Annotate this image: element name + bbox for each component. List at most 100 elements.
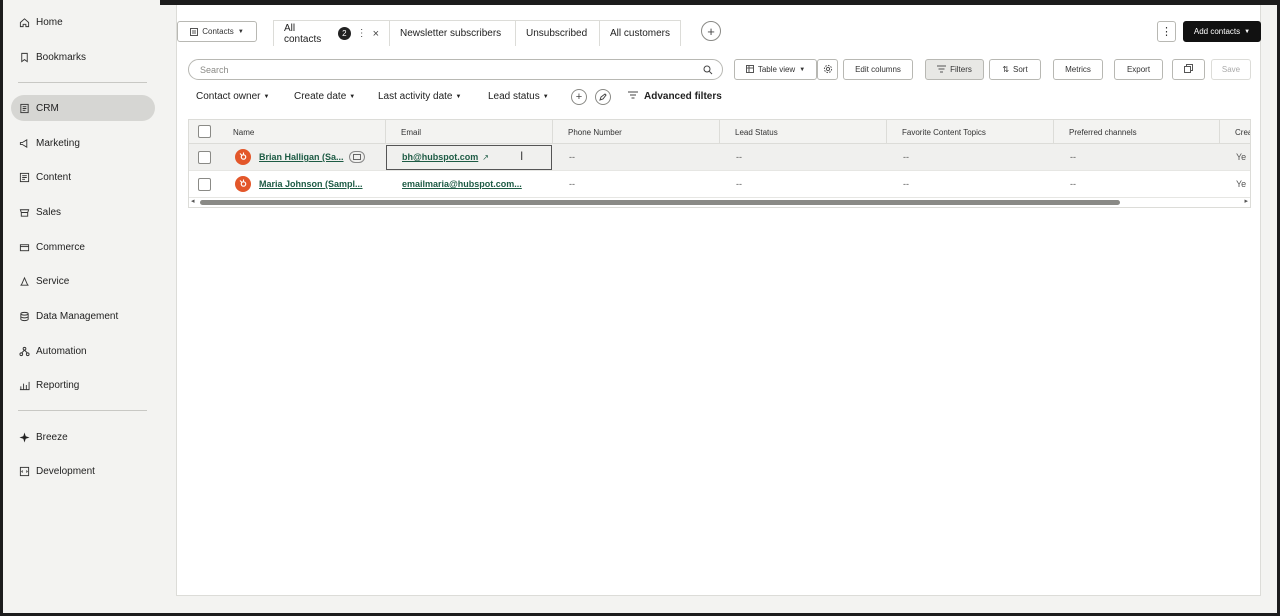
column-header-preferred-channels[interactable]: Preferred channels <box>1053 120 1220 144</box>
sidebar-item-breeze[interactable]: Breeze <box>11 424 155 450</box>
plus-icon: + <box>707 23 715 39</box>
edit-columns-button[interactable]: Edit columns <box>843 59 913 80</box>
more-actions-button[interactable]: ⋮ <box>1157 21 1176 42</box>
preview-icon[interactable] <box>348 151 365 163</box>
last-activity-date-filter[interactable]: Last activity date ▼ <box>378 91 461 102</box>
advanced-filters-label: Advanced filters <box>644 91 722 102</box>
sort-icon: ⇅ <box>1002 65 1010 74</box>
count-badge: 2 <box>338 27 351 40</box>
column-header-favorite-content-topics[interactable]: Favorite Content Topics <box>886 120 1053 144</box>
email-cell[interactable]: emailmaria@hubspot.com... <box>386 171 552 197</box>
preferred-channels-cell[interactable]: -- <box>1054 171 1076 197</box>
sidebar-item-marketing[interactable]: Marketing <box>11 130 155 156</box>
select-all-checkbox[interactable] <box>198 125 211 138</box>
email-link[interactable]: bh@hubspot.com <box>402 152 478 162</box>
metrics-button[interactable]: Metrics <box>1053 59 1103 80</box>
sidebar-item-sales[interactable]: Sales <box>11 199 155 225</box>
sort-button[interactable]: ⇅ Sort <box>989 59 1041 80</box>
edit-filters-button[interactable] <box>595 89 611 105</box>
bookmark-icon <box>18 51 30 63</box>
contacts-table: Name Email Phone Number Lead Status Favo… <box>188 119 1251 208</box>
advanced-filters-button[interactable]: Advanced filters <box>628 91 722 102</box>
export-label: Export <box>1126 65 1151 74</box>
sidebar-item-label: Commerce <box>36 241 85 253</box>
contact-owner-filter[interactable]: Contact owner ▼ <box>196 91 269 102</box>
lead-status-cell[interactable]: -- <box>720 144 742 170</box>
add-contacts-button[interactable]: Add contacts ▼ <box>1183 21 1261 42</box>
sidebar-item-service[interactable]: Service <box>11 268 155 294</box>
sidebar-item-bookmarks[interactable]: Bookmarks <box>11 44 155 70</box>
close-icon[interactable]: × <box>373 28 379 40</box>
sidebar-item-label: Breeze <box>36 431 68 443</box>
search-input[interactable] <box>200 64 680 75</box>
add-view-button[interactable]: + <box>701 21 721 41</box>
sort-label: Sort <box>1013 65 1028 74</box>
sidebar: Home Bookmarks CRM Marketing Content Sal… <box>3 0 160 613</box>
search-icon[interactable] <box>703 65 713 77</box>
tab-newsletter-subscribers[interactable]: Newsletter subscribers <box>389 20 516 46</box>
email-cell[interactable]: bh@hubspot.com ↗ I <box>386 144 552 170</box>
contacts-panel: Contacts ▼ All contacts 2 ⋮ × Newsletter… <box>176 5 1261 596</box>
phone-cell[interactable]: -- <box>553 171 575 197</box>
create-date-filter[interactable]: Create date ▼ <box>294 91 355 102</box>
contact-name-link[interactable]: Maria Johnson (Sampl... <box>259 179 363 189</box>
filters-button[interactable]: Filters <box>925 59 984 80</box>
sparkle-icon <box>18 431 30 443</box>
sidebar-item-reporting[interactable]: Reporting <box>11 372 155 398</box>
column-header-lead-status[interactable]: Lead Status <box>719 120 886 144</box>
sidebar-item-commerce[interactable]: Commerce <box>11 234 155 260</box>
sidebar-item-data-management[interactable]: Data Management <box>11 303 155 329</box>
sidebar-item-content[interactable]: Content <box>11 164 155 190</box>
tab-all-contacts[interactable]: All contacts 2 ⋮ × <box>273 20 390 46</box>
object-selector-dropdown[interactable]: Contacts ▼ <box>177 21 257 42</box>
add-filter-button[interactable]: + <box>571 89 587 105</box>
lead-status-filter[interactable]: Lead status ▼ <box>488 91 549 102</box>
sidebar-item-label: Bookmarks <box>36 51 87 63</box>
tab-all-customers[interactable]: All customers <box>599 20 681 46</box>
phone-cell[interactable]: -- <box>553 144 575 170</box>
scrollbar-thumb[interactable] <box>200 200 1120 205</box>
view-settings-button[interactable] <box>817 59 838 80</box>
row-checkbox[interactable] <box>198 178 211 191</box>
column-header-phone[interactable]: Phone Number <box>552 120 719 144</box>
tab-unsubscribed[interactable]: Unsubscribed <box>515 20 600 46</box>
contact-name-link[interactable]: Brian Halligan (Sa... <box>259 152 344 162</box>
table-view-dropdown[interactable]: Table view ▼ <box>734 59 817 80</box>
sidebar-item-automation[interactable]: Automation <box>11 338 155 364</box>
text-cursor-icon: I <box>520 149 524 163</box>
create-date-cell[interactable]: Ye <box>1220 144 1246 170</box>
horizontal-scrollbar[interactable]: ◂ ▸ <box>189 197 1250 207</box>
row-checkbox[interactable] <box>198 151 211 164</box>
pencil-icon <box>599 88 607 106</box>
scroll-left-icon[interactable]: ◂ <box>191 197 195 205</box>
more-options-icon[interactable]: ⋮ <box>357 28 367 39</box>
sales-icon <box>18 206 30 218</box>
object-selector-label: Contacts <box>202 27 234 36</box>
favorite-topics-cell[interactable]: -- <box>887 171 909 197</box>
table-row[interactable]: Brian Halligan (Sa... bh@hubspot.com ↗ I… <box>189 144 1250 171</box>
column-header-email[interactable]: Email <box>385 120 552 144</box>
filter-label: Lead status <box>488 91 540 102</box>
scroll-right-icon[interactable]: ▸ <box>1244 197 1248 205</box>
preferred-channels-cell[interactable]: -- <box>1054 144 1076 170</box>
external-link-icon[interactable]: ↗ <box>482 153 489 162</box>
lead-status-cell[interactable]: -- <box>720 171 742 197</box>
duplicate-view-button[interactable] <box>1172 59 1205 80</box>
search-bar[interactable] <box>188 59 723 80</box>
copy-icon <box>1184 64 1193 75</box>
favorite-topics-cell[interactable]: -- <box>887 144 909 170</box>
export-button[interactable]: Export <box>1114 59 1163 80</box>
sidebar-item-development[interactable]: Development <box>11 458 155 484</box>
sidebar-item-crm[interactable]: CRM <box>11 95 155 121</box>
save-button[interactable]: Save <box>1211 59 1251 80</box>
table-row[interactable]: Maria Johnson (Sampl... emailmaria@hubsp… <box>189 171 1250 198</box>
content-icon <box>18 171 30 183</box>
column-header-name[interactable]: Name <box>218 120 386 144</box>
email-link[interactable]: emailmaria@hubspot.com... <box>402 179 522 189</box>
column-header-create-date[interactable]: Crea <box>1219 120 1251 144</box>
contacts-icon <box>190 27 199 36</box>
sidebar-item-home[interactable]: Home <box>11 9 155 35</box>
megaphone-icon <box>18 137 30 149</box>
column-header-label: Crea <box>1235 127 1251 137</box>
create-date-cell[interactable]: Ye <box>1220 171 1246 197</box>
